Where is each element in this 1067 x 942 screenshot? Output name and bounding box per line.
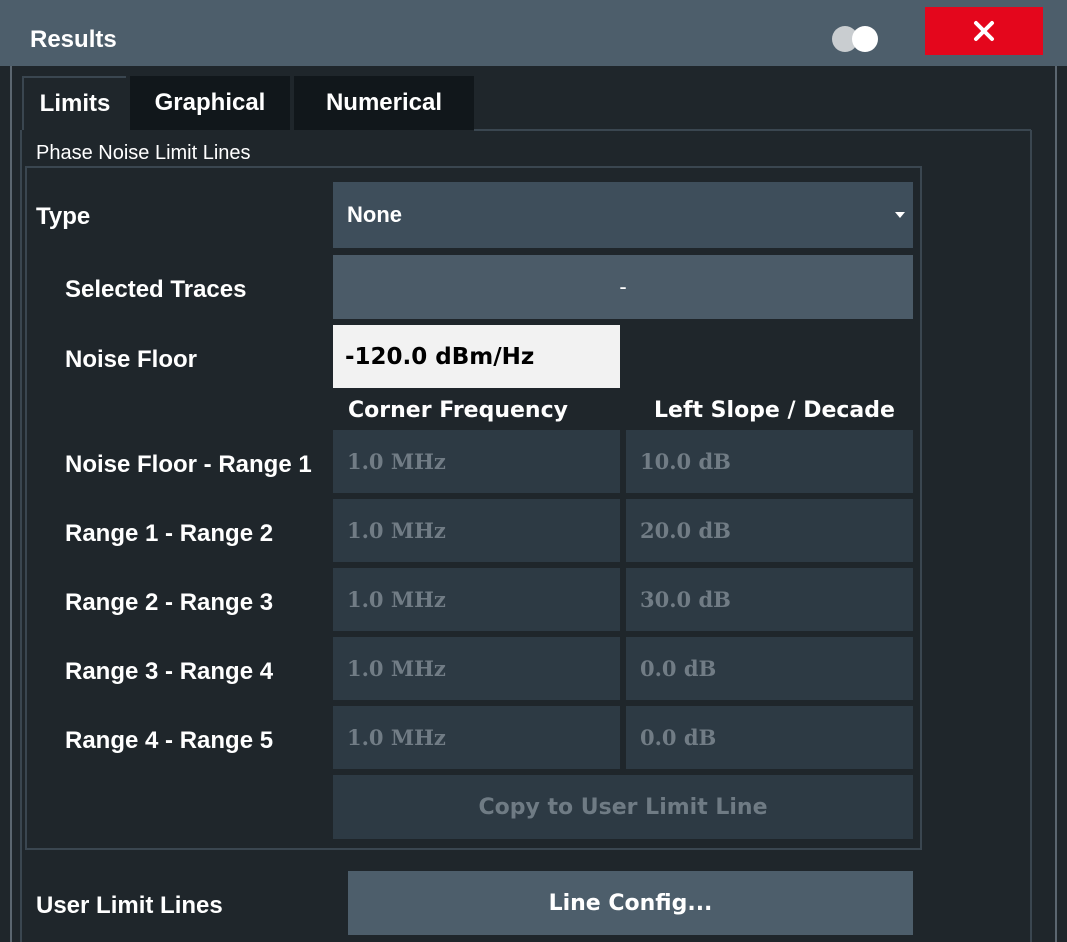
selected-traces-field[interactable]: -: [333, 255, 913, 319]
corner-frequency-field[interactable]: 1.0 MHz: [333, 430, 620, 493]
left-slope-field[interactable]: 20.0 dB: [626, 499, 913, 562]
corner-frequency-field[interactable]: 1.0 MHz: [333, 499, 620, 562]
left-slope-field[interactable]: 0.0 dB: [626, 706, 913, 769]
corner-frequency-field[interactable]: 1.0 MHz: [333, 568, 620, 631]
window-title: Results: [30, 26, 117, 53]
type-value: None: [347, 202, 402, 227]
left-slope-field[interactable]: 30.0 dB: [626, 568, 913, 631]
tab-limits[interactable]: Limits: [22, 76, 126, 130]
range-row-label: Noise Floor - Range 1: [65, 451, 312, 478]
close-button[interactable]: [925, 7, 1043, 55]
left-slope-field[interactable]: 10.0 dB: [626, 430, 913, 493]
range-row-label: Range 1 - Range 2: [65, 520, 274, 547]
range-row-label: Range 4 - Range 5: [65, 727, 274, 754]
selected-traces-label: Selected Traces: [65, 276, 247, 303]
type-label: Type: [36, 203, 91, 230]
copy-to-user-limit-line-button[interactable]: Copy to User Limit Line: [333, 775, 913, 839]
type-dropdown[interactable]: None: [333, 182, 913, 248]
title-bar: [0, 0, 1067, 66]
phase-noise-group-label: Phase Noise Limit Lines: [36, 142, 251, 164]
tab-graphical[interactable]: Graphical: [130, 76, 290, 130]
user-limit-lines-label: User Limit Lines: [36, 892, 223, 919]
left-slope-field[interactable]: 0.0 dB: [626, 637, 913, 700]
corner-frequency-header: Corner Frequency: [348, 398, 568, 423]
tab-numerical[interactable]: Numerical: [294, 76, 474, 130]
chevron-down-icon: [895, 212, 905, 218]
corner-frequency-field[interactable]: 1.0 MHz: [333, 706, 620, 769]
close-icon: [974, 21, 994, 41]
left-slope-header: Left Slope / Decade: [654, 398, 895, 423]
noise-floor-label: Noise Floor: [65, 346, 198, 373]
range-row-label: Range 2 - Range 3: [65, 589, 274, 616]
line-config-button[interactable]: Line Config...: [348, 871, 913, 935]
range-row-label: Range 3 - Range 4: [65, 658, 274, 685]
noise-floor-input[interactable]: -120.0 dBm/Hz: [333, 325, 620, 388]
transparency-toggle-icon[interactable]: [832, 26, 882, 52]
corner-frequency-field[interactable]: 1.0 MHz: [333, 637, 620, 700]
